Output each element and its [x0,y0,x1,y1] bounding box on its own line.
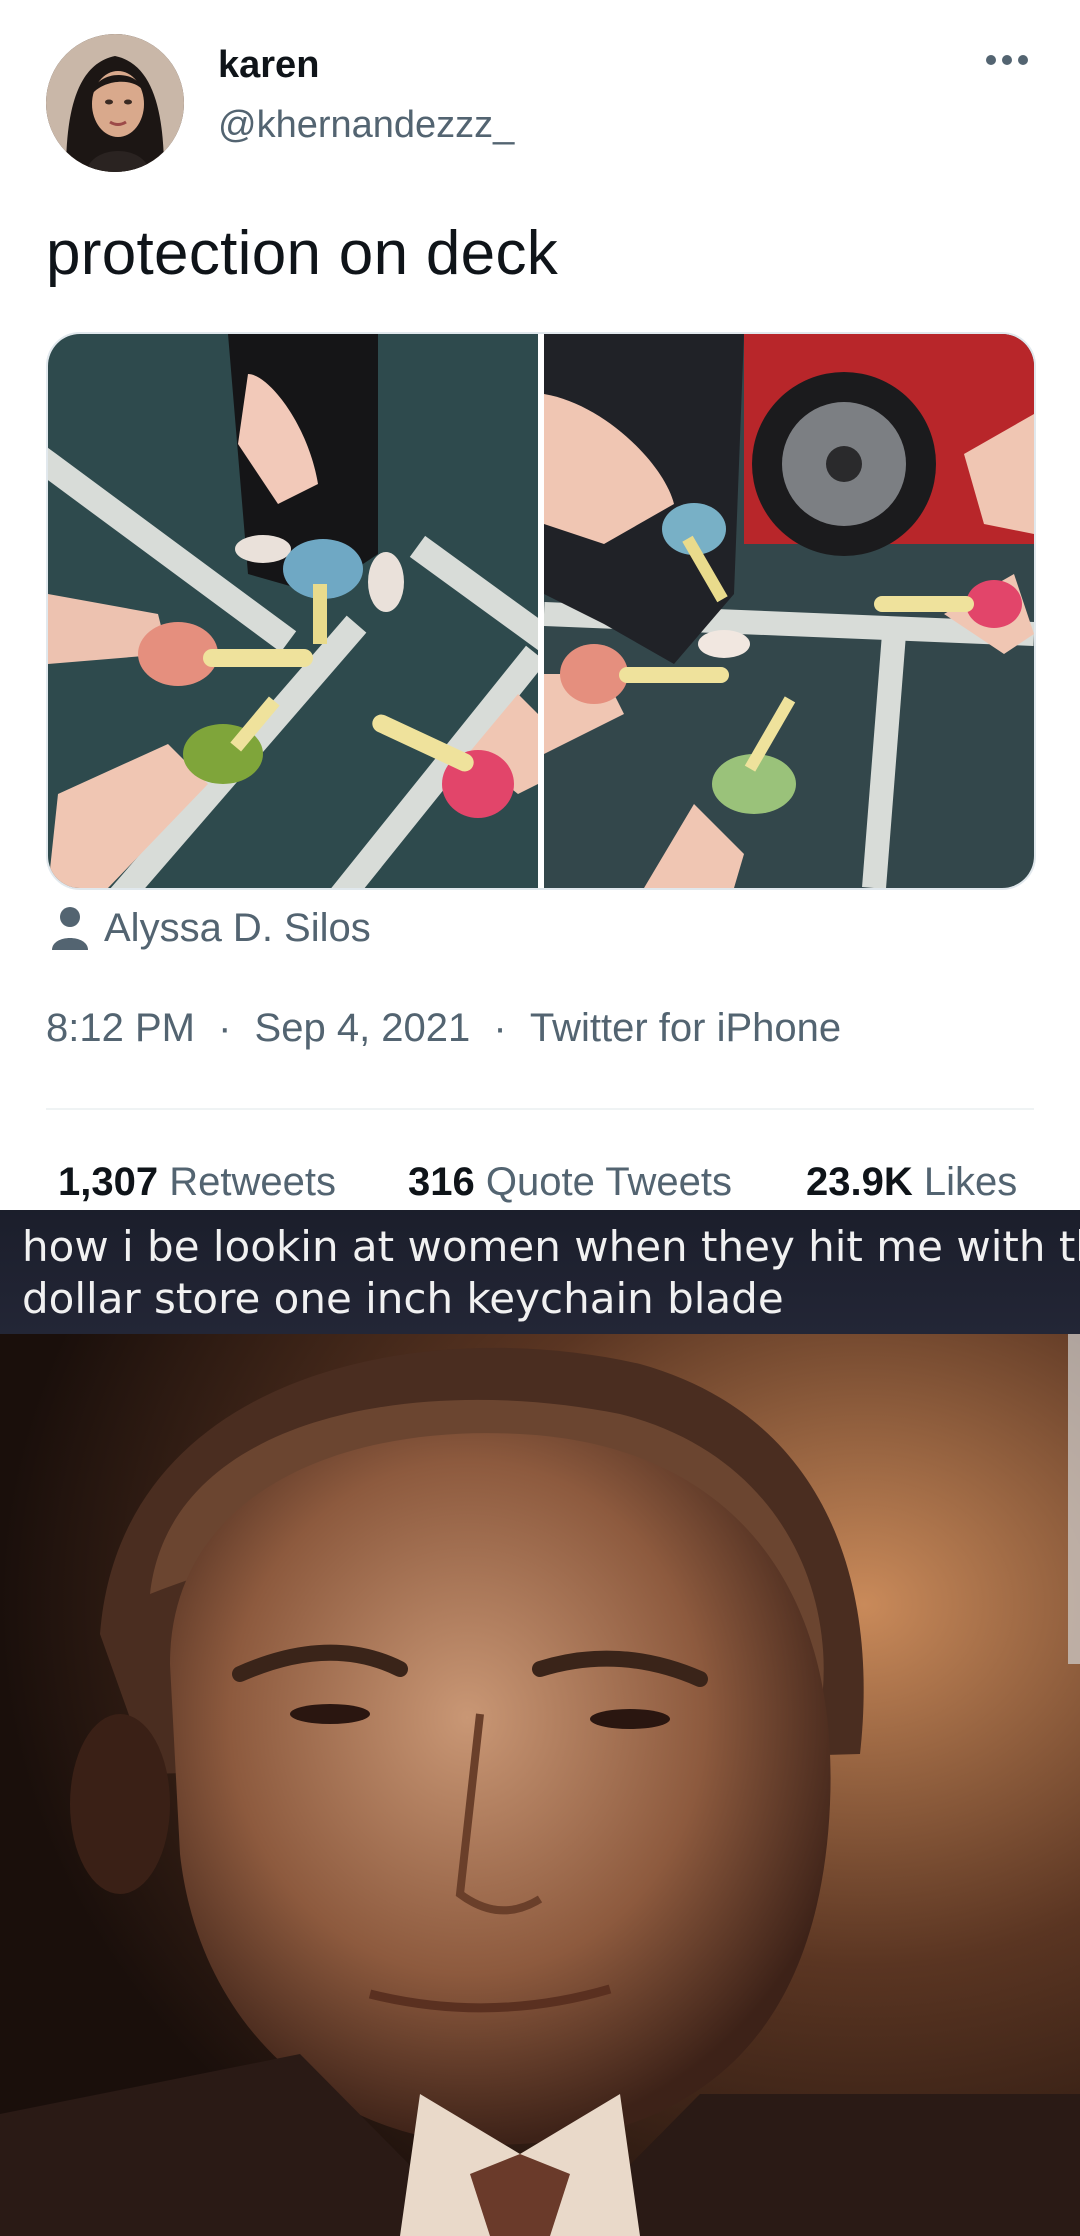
media-photo-right[interactable] [544,334,1034,888]
quotes-label: Quote Tweets [485,1160,732,1204]
media-photo-left[interactable] [48,334,538,888]
retweets-label: Retweets [169,1160,336,1204]
tweet-time[interactable]: 8:12 PM [46,1006,195,1051]
tweet-client[interactable]: Twitter for iPhone [530,1006,841,1051]
tweet-text: protection on deck [46,219,559,288]
meta-separator: · [493,1006,507,1050]
more-dots-icon[interactable] [984,50,1030,70]
meta-separator: · [218,1006,232,1050]
meme-photo [0,1334,1080,2236]
meme-image: how i be lookin at women when they hit m… [0,1210,1080,2236]
meme-caption: how i be lookin at women when they hit m… [0,1210,1080,1334]
tweet-card: karen @khernandezzz_ protection on deck [0,0,1080,1210]
avatar[interactable] [46,34,184,172]
divider [46,1108,1034,1110]
user-handle[interactable]: @khernandezzz_ [218,104,514,147]
likes-stat[interactable]: 23.9K Likes [806,1160,1017,1205]
display-name[interactable]: karen [218,44,319,87]
retweets-stat[interactable]: 1,307 Retweets [58,1160,336,1205]
likes-label: Likes [923,1160,1018,1204]
meme-caption-line-2: dollar store one inch keychain blade [22,1274,784,1323]
person-icon [52,907,88,950]
tagged-person-name[interactable]: Alyssa D. Silos [104,906,371,951]
quotes-count: 316 [408,1160,475,1204]
retweets-count: 1,307 [58,1160,159,1204]
tweet-media[interactable] [46,332,1036,890]
tweet-meta: 8:12 PM · Sep 4, 2021 · Twitter for iPho… [46,1006,841,1051]
tweet-date[interactable]: Sep 4, 2021 [255,1006,471,1051]
quotes-stat[interactable]: 316 Quote Tweets [408,1160,732,1205]
likes-count: 23.9K [806,1160,913,1204]
meme-caption-line-1: how i be lookin at women when they hit m… [22,1222,1080,1271]
tagged-person[interactable]: Alyssa D. Silos [50,900,371,956]
